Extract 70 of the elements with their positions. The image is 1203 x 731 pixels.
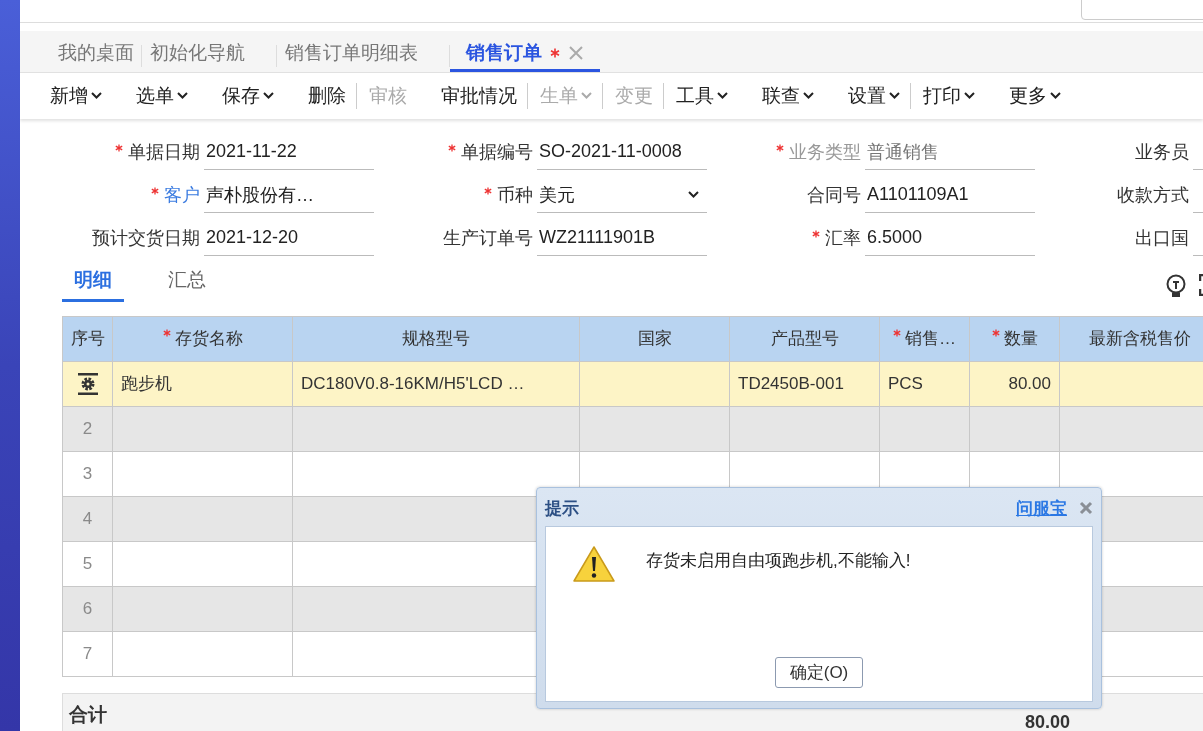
- column-header: 产品型号: [770, 329, 839, 349]
- row-number: 5: [82, 553, 93, 573]
- close-icon[interactable]: [1079, 501, 1093, 515]
- gear-icon[interactable]: [75, 371, 100, 396]
- input-field[interactable]: 2021-11-22: [204, 134, 374, 170]
- caret-icon: [1050, 92, 1061, 100]
- tab[interactable]: 汇总: [156, 266, 218, 302]
- row-number: 3: [82, 463, 93, 483]
- table-cell: DC180V0.8-16KM/H5'LCD …: [301, 373, 525, 393]
- tab[interactable]: 明细: [62, 266, 124, 302]
- caret-icon: [964, 92, 975, 100]
- tab[interactable]: 我的桌面: [50, 36, 142, 73]
- table-cell: 80.00: [1008, 373, 1051, 393]
- column-header: 国家: [637, 329, 672, 349]
- toolbar-button[interactable]: 更多: [999, 82, 1071, 109]
- caret-icon: [688, 191, 699, 199]
- input-field: 普通销售: [865, 134, 1035, 170]
- input-field[interactable]: A1101109A1: [865, 177, 1035, 213]
- toolbar-button[interactable]: 联查: [752, 82, 824, 109]
- column-header: 数量: [1003, 329, 1038, 349]
- total-label: 合计: [68, 702, 107, 727]
- tab[interactable]: 销售订单: [450, 36, 600, 73]
- caret-icon: [581, 92, 592, 100]
- toolbar-button[interactable]: 保存: [212, 82, 284, 109]
- toolbar-button[interactable]: 删除: [298, 82, 356, 109]
- column-header: 最新含税售价: [1088, 329, 1191, 349]
- caret-icon: [717, 92, 728, 100]
- ok-button[interactable]: 确定(O): [774, 657, 864, 688]
- table-cell: PCS: [888, 373, 923, 393]
- input-field[interactable]: 2021-12-20: [204, 220, 374, 256]
- dialog-title: 提示: [545, 497, 579, 520]
- column-header: 规格型号: [402, 329, 470, 349]
- toolbar-button[interactable]: 审批情况: [431, 82, 527, 109]
- input-field[interactable]: 6.5000: [865, 220, 1035, 256]
- caret-icon: [177, 92, 188, 100]
- field-label: 收款方式: [1117, 184, 1189, 208]
- tab[interactable]: 销售订单明细表: [277, 36, 426, 73]
- field-label: 业务员: [1135, 141, 1189, 165]
- field-label: 生产订单号: [443, 227, 533, 251]
- close-icon[interactable]: [568, 45, 584, 61]
- row-number: 2: [82, 418, 93, 438]
- caret-icon: [91, 92, 102, 100]
- field-label: 合同号: [807, 184, 861, 208]
- toolbar-button[interactable]: 工具: [663, 82, 738, 109]
- caret-icon: [803, 92, 814, 100]
- lightbulb-icon[interactable]: [1165, 273, 1187, 298]
- row-number: 7: [82, 643, 93, 663]
- tab[interactable]: 初始化导航: [142, 36, 253, 73]
- input-field[interactable]: SO-2021-11-0008: [537, 134, 707, 170]
- toolbar-button[interactable]: 新增: [40, 82, 112, 109]
- table-cell: 跑步机: [121, 374, 172, 394]
- row-number: 6: [82, 598, 93, 618]
- caret-icon: [263, 92, 274, 100]
- field-label: 出口国: [1135, 227, 1189, 251]
- dropdown-field[interactable]: 美元: [537, 177, 707, 213]
- toolbar-button[interactable]: 设置: [838, 82, 910, 109]
- warning-icon: [572, 545, 616, 583]
- column-header: 存货名称: [174, 329, 243, 349]
- input-field[interactable]: WZ21111901B: [537, 220, 707, 256]
- column-header: 销售…: [905, 329, 956, 349]
- field-label: 预计交货日期: [92, 227, 200, 251]
- row-number: 4: [82, 508, 93, 528]
- toolbar-button[interactable]: 选单: [126, 82, 198, 109]
- total-quantity: 80.00: [1023, 711, 1070, 731]
- caret-icon: [889, 92, 900, 100]
- column-header: 序号: [71, 329, 105, 349]
- dialog-message: 存货未启用自由项跑步机,不能输入!: [646, 550, 911, 572]
- toolbar-button[interactable]: 打印: [910, 82, 985, 109]
- table-cell: TD2450B-001: [738, 373, 844, 393]
- input-field[interactable]: 声朴股份有…: [204, 177, 374, 213]
